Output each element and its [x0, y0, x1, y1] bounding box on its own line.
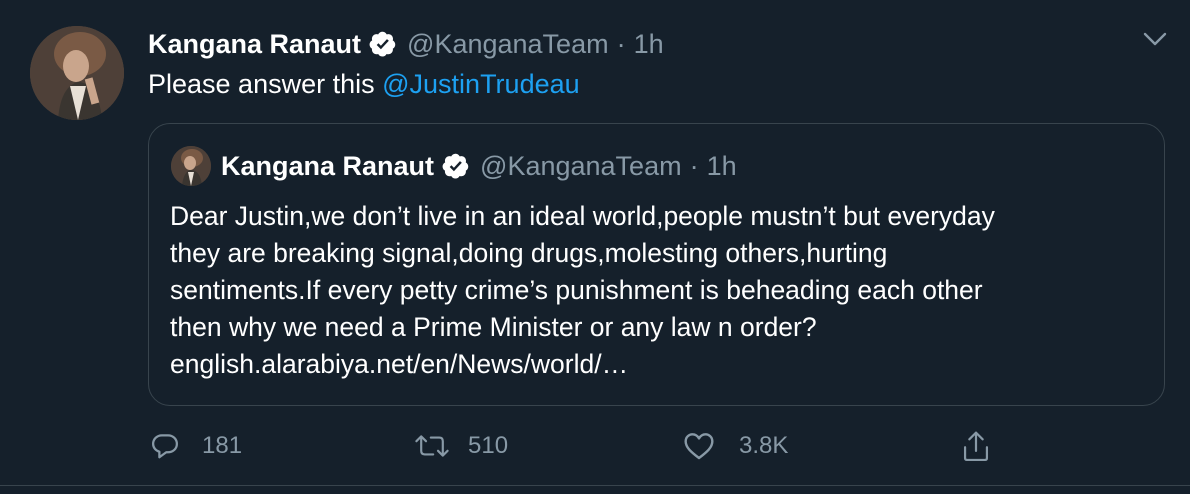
quoted-author-handle: @KanganaTeam: [480, 150, 682, 181]
quoted-text-line: Dear Justin,we don’t live in an ideal wo…: [170, 201, 995, 231]
chevron-down-icon[interactable]: [1142, 30, 1168, 48]
like-count: 3.8K: [739, 432, 789, 459]
share-button[interactable]: [961, 428, 991, 464]
retweet-button[interactable]: 510: [414, 428, 508, 464]
quoted-text-line: sentiments.If every petty crime’s punish…: [170, 275, 983, 305]
retweet-icon: [414, 431, 450, 461]
avatar[interactable]: [30, 26, 124, 120]
author-name[interactable]: Kangana Ranaut: [148, 29, 361, 60]
quoted-tweet[interactable]: Kangana Ranaut @KanganaTeam · 1h Dear Ju…: [148, 123, 1165, 406]
retweet-count: 510: [468, 432, 509, 459]
reply-count: 181: [202, 432, 243, 459]
quoted-tweet-time: 1h: [706, 150, 737, 181]
action-bar: 181 510 3.8K: [148, 428, 1190, 464]
quoted-text-link[interactable]: english.alarabiya.net/en/News/world/…: [170, 346, 1145, 383]
share-icon: [961, 429, 991, 463]
verified-badge-icon: [369, 30, 397, 58]
separator-dot: ·: [689, 150, 699, 181]
separator-dot: ·: [616, 28, 626, 59]
quoted-text-line: they are breaking signal,doing drugs,mol…: [170, 238, 888, 268]
heart-icon: [683, 431, 715, 461]
quoted-avatar: [171, 146, 211, 186]
reply-button[interactable]: 181: [150, 428, 242, 464]
verified-badge-icon: [442, 152, 470, 180]
tweet-header: Kangana Ranaut @KanganaTeam · 1h: [148, 24, 664, 64]
quoted-tweet-header: Kangana Ranaut @KanganaTeam · 1h: [221, 146, 737, 186]
mention-link[interactable]: @JustinTrudeau: [382, 69, 580, 99]
author-handle[interactable]: @KanganaTeam: [407, 29, 609, 60]
quoted-tweet-text: Dear Justin,we don’t live in an ideal wo…: [170, 198, 1145, 383]
quoted-text-line: then why we need a Prime Minister or any…: [170, 312, 817, 342]
reply-icon: [150, 431, 180, 461]
like-button[interactable]: 3.8K: [683, 428, 788, 464]
tweet-text-prefix: Please answer this: [148, 69, 383, 99]
tweet-text: Please answer this @JustinTrudeau: [148, 66, 580, 102]
tweet: Kangana Ranaut @KanganaTeam · 1h Please …: [0, 0, 1190, 494]
divider: [0, 485, 1190, 494]
tweet-time[interactable]: 1h: [634, 29, 664, 60]
quoted-author-name: Kangana Ranaut: [221, 150, 435, 181]
